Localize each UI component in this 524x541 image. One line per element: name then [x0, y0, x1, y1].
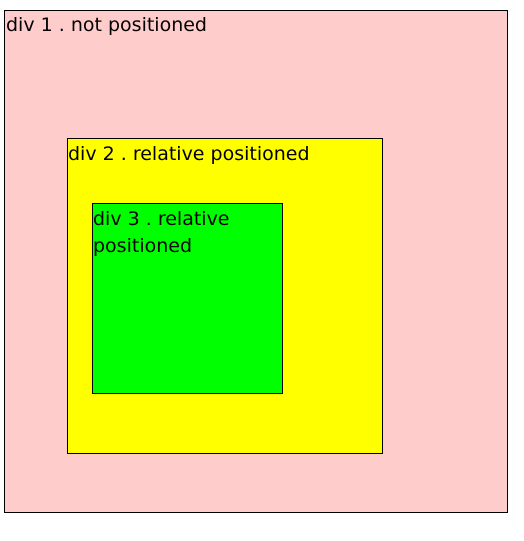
div-2-box: div 2 . relative positioned div 3 . rela… [67, 138, 383, 454]
div-1-label: div 1 . not positioned [6, 14, 207, 36]
div-1-box: div 1 . not positioned div 2 . relative … [4, 10, 508, 513]
div-2-label: div 2 . relative positioned [68, 143, 310, 165]
div-3-box: div 3 . relative positioned [92, 203, 283, 394]
div-3-label: div 3 . relative positioned [93, 208, 230, 257]
